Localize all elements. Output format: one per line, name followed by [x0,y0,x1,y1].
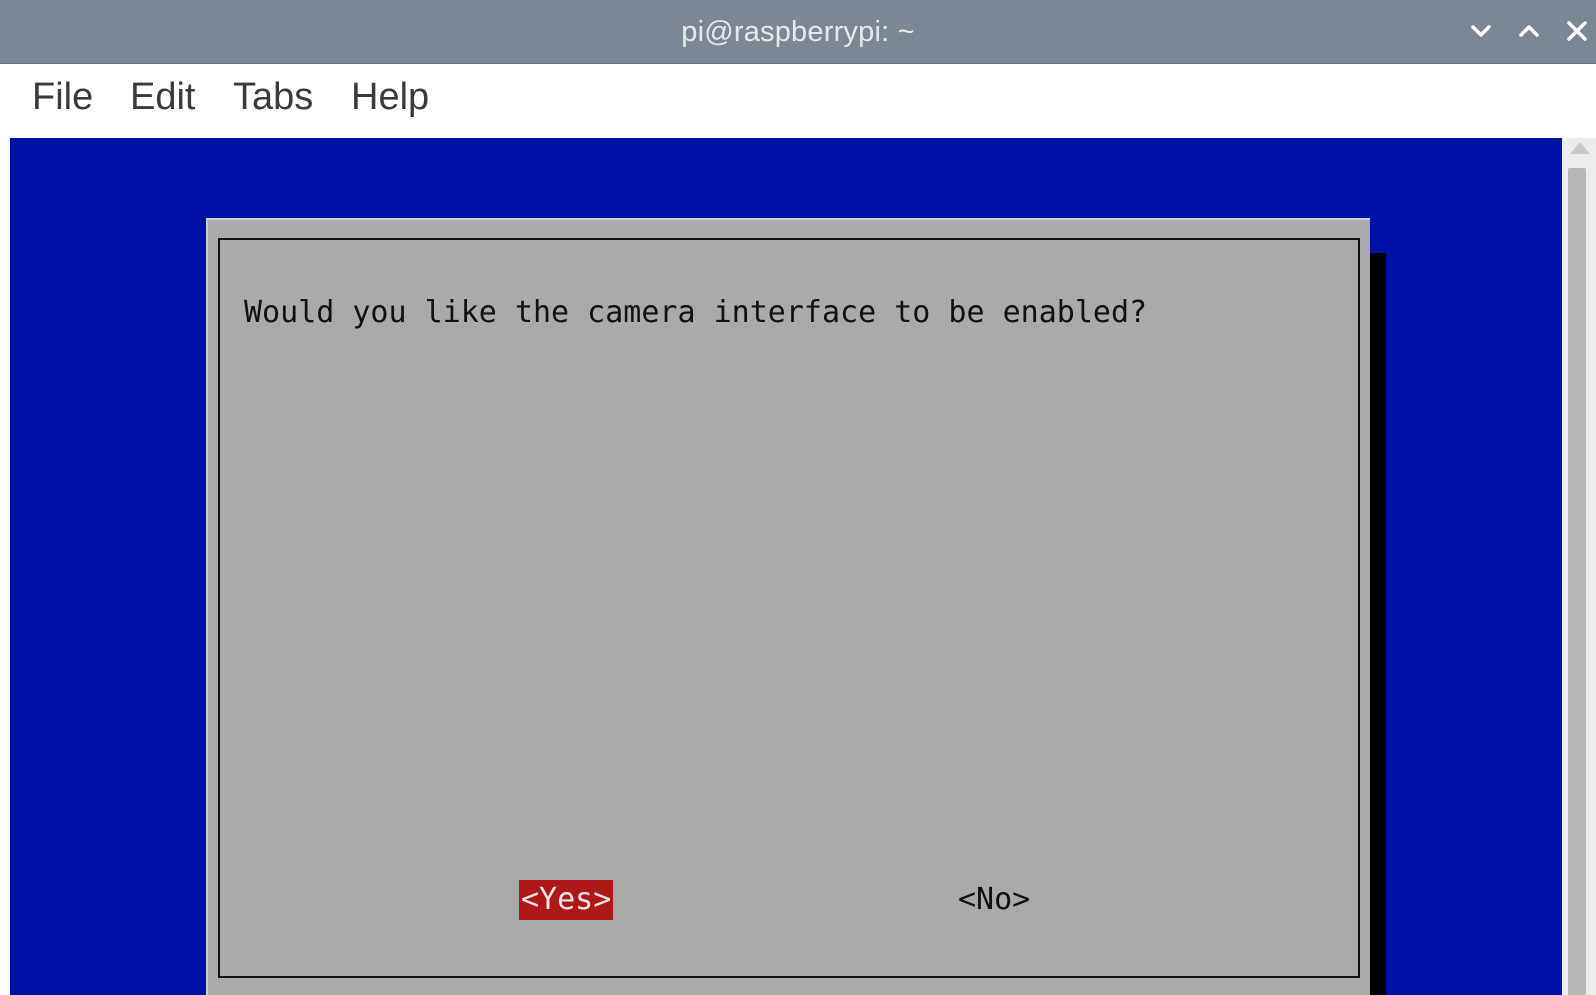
vertical-scrollbar[interactable] [1562,138,1596,995]
title-bar[interactable]: pi@raspberrypi: ~ [0,0,1596,64]
dialog-frame [218,238,1360,978]
minimize-button[interactable] [1464,14,1498,48]
menu-edit[interactable]: Edit [126,76,199,119]
chevron-down-icon [1468,18,1494,44]
close-button[interactable] [1560,14,1594,48]
scroll-up-arrow-icon[interactable] [1570,142,1590,154]
close-icon [1564,18,1590,44]
scrollbar-thumb[interactable] [1568,168,1586,995]
terminal-window: pi@raspberrypi: ~ File Edit Tabs Help Wo… [0,0,1596,995]
menu-bar: File Edit Tabs Help [4,64,1596,136]
menu-file[interactable]: File [28,76,97,119]
maximize-button[interactable] [1512,14,1546,48]
confirmation-dialog: Would you like the camera interface to b… [206,218,1370,995]
dialog-question: Would you like the camera interface to b… [244,295,1148,330]
window-title: pi@raspberrypi: ~ [681,16,915,48]
chevron-up-icon [1516,18,1542,44]
dialog-shadow [1368,253,1386,995]
no-button[interactable]: <No> [958,880,1030,920]
menu-tabs[interactable]: Tabs [229,76,317,119]
yes-button[interactable]: <Yes> [519,880,614,920]
menu-help[interactable]: Help [347,76,433,119]
